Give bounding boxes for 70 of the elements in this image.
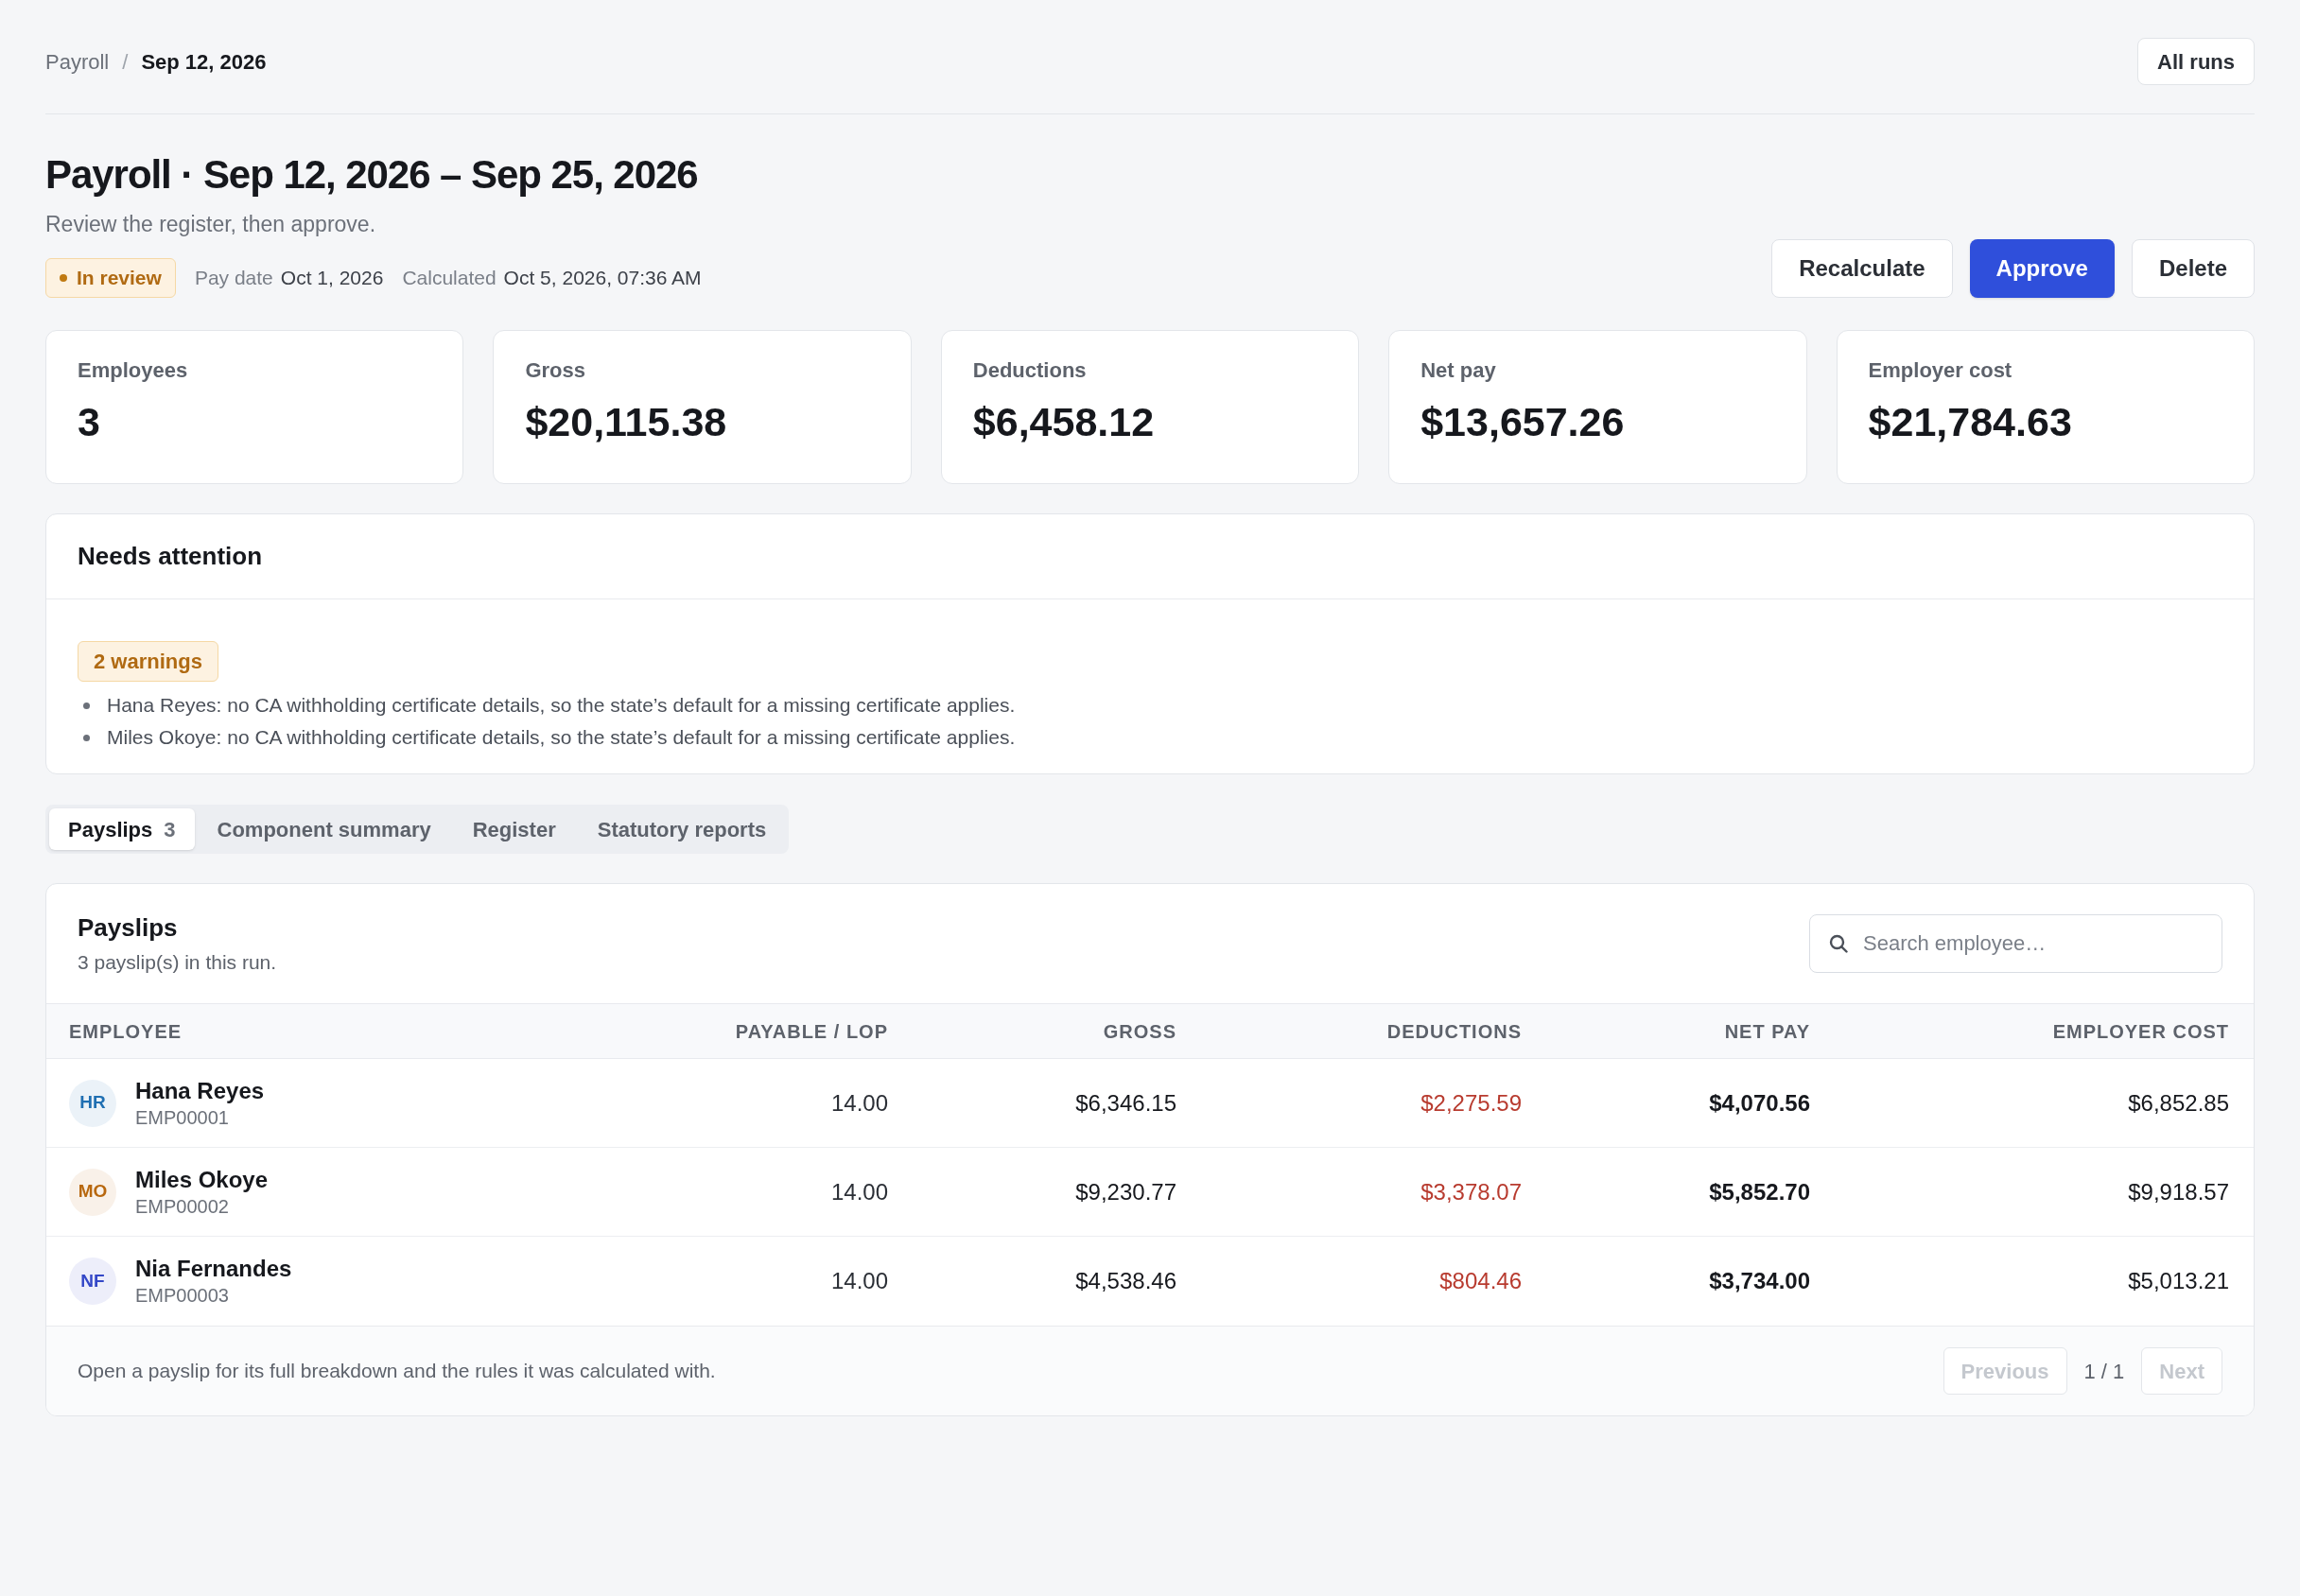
- table-cell-text: $804.46: [1438, 1267, 1522, 1295]
- breadcrumb-current: Sep 12, 2026: [141, 48, 267, 76]
- table-cell-text: $4,538.46: [1074, 1267, 1176, 1295]
- tab[interactable]: Payslips 3: [49, 808, 195, 850]
- column-header: EMPLOYER COST: [2051, 1019, 2230, 1044]
- column-header: EMPLOYEE: [68, 1019, 183, 1044]
- stat-value: 3: [78, 398, 101, 446]
- employee-id: EMP00001: [135, 1105, 230, 1130]
- employee-id: EMP00002: [135, 1194, 230, 1219]
- search-field[interactable]: Search employee…: [1809, 914, 2222, 973]
- column-header: NET PAY: [1723, 1019, 1810, 1044]
- table-cell-text: $3,734.00: [1708, 1267, 1810, 1295]
- page-indicator: 1 / 1: [2083, 1358, 2125, 1385]
- stat-value: $21,784.63: [1868, 398, 2073, 446]
- table-cell-text: 14.00: [829, 1088, 888, 1118]
- column-header: GROSS: [1102, 1019, 1176, 1044]
- table-cell-text: 14.00: [829, 1267, 888, 1295]
- warning-text: Hana Reyes: no CA withholding certificate details, so the state’s default for a missing certificate applies.: [107, 693, 1016, 719]
- table-cell-text: $9,918.57: [2127, 1177, 2230, 1206]
- page-subtitle: Review the register, then approve.: [45, 211, 377, 238]
- action-button[interactable]: Recalculate: [1771, 239, 1953, 298]
- stat-label: Employees: [78, 357, 189, 384]
- warnings-badge: 2 warnings: [78, 641, 218, 682]
- column-header: DEDUCTIONS: [1385, 1019, 1522, 1044]
- avatar: MO: [69, 1168, 116, 1216]
- warning-text: Miles Okoye: no CA withholding certificate details, so the state’s default for a missing certificate applies.: [107, 725, 1016, 751]
- table-cell-text: $6,852.85: [2127, 1088, 2230, 1118]
- bullet-icon: [83, 734, 90, 741]
- stat-label: Net pay: [1420, 357, 1497, 384]
- stat-value: $6,458.12: [972, 398, 1156, 446]
- all-runs-button[interactable]: All runs: [2137, 38, 2255, 85]
- breadcrumb-link[interactable]: Payroll: [45, 45, 110, 78]
- stat-label: Deductions: [972, 357, 1088, 384]
- table-cell-text: $4,070.56: [1708, 1088, 1810, 1118]
- breadcrumb-separator: /: [122, 48, 129, 76]
- table-cell-text: $6,346.15: [1074, 1088, 1176, 1118]
- stat-label: Gross: [525, 357, 586, 384]
- footer-note: Open a payslip for its full breakdown and the rules it was calculated with.: [78, 1359, 716, 1384]
- action-button[interactable]: Delete: [2131, 239, 2255, 298]
- meta-value: Oct 1, 2026: [280, 266, 384, 291]
- table-cell-text: $2,275.59: [1420, 1088, 1522, 1118]
- section-title: Needs attention: [78, 541, 263, 572]
- approve-button[interactable]: Approve: [1969, 239, 2115, 298]
- table-cell-text: $3,378.07: [1420, 1177, 1522, 1206]
- tab[interactable]: Statutory reports: [578, 808, 786, 850]
- employee-name: Nia Fernandes: [135, 1255, 292, 1283]
- status-text: In review: [77, 266, 162, 291]
- meta-label: Calculated: [402, 266, 497, 291]
- stat-value: $20,115.38: [525, 398, 728, 446]
- avatar: NF: [69, 1258, 116, 1305]
- table-cell-text: 14.00: [829, 1177, 888, 1206]
- stat-label: Employer cost: [1868, 357, 2013, 384]
- column-header: PAYABLE / LOP: [734, 1019, 888, 1044]
- section-title: Payslips: [78, 911, 179, 944]
- section-subtitle: 3 payslip(s) in this run.: [78, 949, 277, 975]
- employee-name: Miles Okoye: [135, 1165, 269, 1194]
- search-icon: [1829, 934, 1848, 953]
- avatar: HR: [69, 1079, 116, 1127]
- bullet-icon: [83, 702, 90, 709]
- tab[interactable]: Register: [453, 808, 575, 850]
- table-cell-text: $5,852.70: [1708, 1177, 1810, 1206]
- employee-name: Hana Reyes: [135, 1076, 265, 1105]
- employee-id: EMP00003: [135, 1284, 230, 1308]
- stat-value: $13,657.26: [1420, 398, 1626, 446]
- page-title: Payroll · Sep 12, 2026 – Sep 25, 2026: [45, 151, 699, 199]
- meta-label: Pay date: [194, 266, 273, 291]
- tab[interactable]: Component summary: [198, 808, 450, 850]
- meta-value: Oct 5, 2026, 07:36 AM: [503, 266, 702, 291]
- table-cell-text: $5,013.21: [2127, 1267, 2230, 1295]
- table-cell-text: $9,230.77: [1074, 1177, 1176, 1206]
